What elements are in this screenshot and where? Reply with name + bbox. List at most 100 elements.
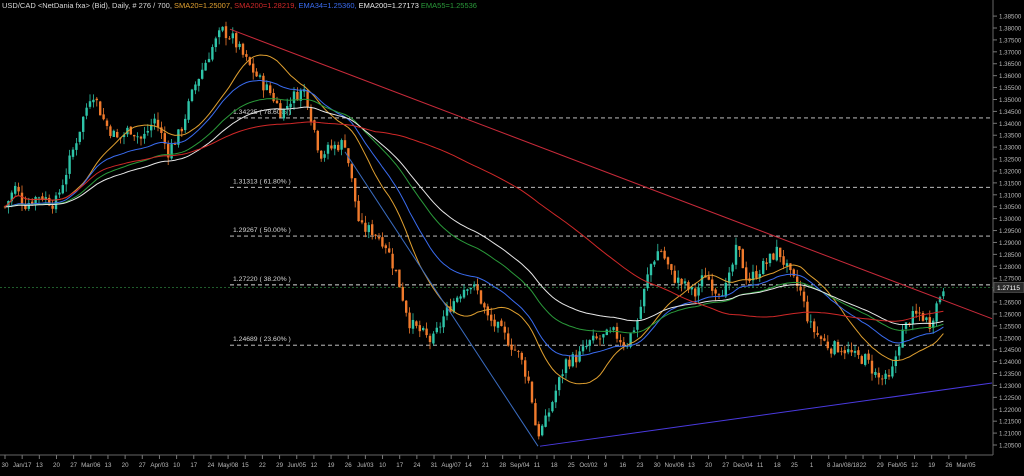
y-tick-label: 1.34000: [999, 121, 1022, 128]
x-tick-label: 20: [705, 462, 712, 469]
x-tick-label: 25: [791, 462, 798, 469]
y-tick-label: 1.37000: [999, 49, 1022, 56]
candle: [248, 56, 251, 66]
y-tick-label: 1.25000: [999, 335, 1022, 342]
ema200-legend: EMA200=1.27173: [358, 1, 419, 10]
y-tick-label: 1.34500: [999, 109, 1022, 116]
x-tick-label: 23: [637, 462, 644, 469]
x-tick-label: 17: [396, 462, 403, 469]
y-tick-label: 1.20500: [999, 443, 1022, 450]
candle: [741, 248, 744, 269]
x-tick-label: 9: [604, 462, 608, 469]
x-tick-label: Mar/05: [956, 462, 976, 469]
x-tick-label: 18: [774, 462, 781, 469]
candle: [833, 340, 836, 356]
x-tick-label: 16: [619, 462, 626, 469]
candle: [605, 328, 608, 336]
x-tick-label: 22: [860, 462, 867, 469]
x-tick-label: Mar/06: [81, 462, 101, 469]
y-tick-label: 1.33500: [999, 133, 1022, 140]
candle: [190, 88, 194, 103]
x-tick-label: Jul/03: [357, 462, 374, 469]
candle: [99, 100, 102, 116]
x-tick-label: 26: [345, 462, 352, 469]
candle: [398, 269, 401, 288]
y-tick-label: 1.30500: [999, 204, 1022, 211]
fib-level-label: 1.34225 ( 78.60% ): [233, 109, 291, 116]
x-tick-label: Jun/05: [287, 462, 306, 469]
sma20-legend: SMA20=1.25007,: [173, 1, 233, 10]
y-tick-label: 1.31000: [999, 192, 1022, 199]
y-tick-label: 1.26500: [999, 300, 1022, 307]
y-tick-label: 1.36500: [999, 61, 1022, 68]
x-tick-label: Oct/02: [579, 462, 598, 469]
y-tick-label: 1.21500: [999, 419, 1022, 426]
fib-level-label: 1.27220 ( 38.20% ): [233, 276, 291, 283]
x-tick-label: 12: [911, 462, 918, 469]
x-tick-label: 13: [688, 462, 695, 469]
x-tick-label: 13: [105, 462, 112, 469]
x-tick-label: 15: [242, 462, 249, 469]
x-tick-label: May/08: [218, 462, 239, 469]
x-tick-label: Dec/04: [733, 462, 753, 469]
x-tick-label: 1: [810, 462, 814, 469]
y-tick-label: 1.21000: [999, 431, 1022, 438]
x-tick-label: 25: [568, 462, 575, 469]
candle: [864, 353, 867, 367]
y-tick-label: 1.22000: [999, 407, 1022, 414]
y-tick-label: 1.35000: [999, 97, 1022, 104]
x-tick-label: 11: [534, 462, 541, 469]
x-tick-label: 31: [431, 462, 438, 469]
candle: [479, 289, 483, 305]
candle: [551, 400, 554, 413]
y-tick-label: 1.24500: [999, 347, 1022, 354]
ema55-legend: EMA55=1.25536: [420, 1, 477, 10]
x-tick-label: 8: [827, 462, 831, 469]
candle: [530, 380, 534, 404]
y-tick-label: 1.32500: [999, 157, 1022, 164]
x-tick-label: 12: [310, 462, 317, 469]
x-tick-label: Jan/08/18: [832, 462, 860, 469]
chart-header: USD/CAD <NetDania fxa> (Bid), Daily, # 2…: [2, 1, 479, 13]
fib-level-label: 1.29267 ( 50.00% ): [233, 227, 291, 234]
x-tick-label: 30: [654, 462, 661, 469]
sma200-legend: SMA200=1.28219,: [234, 1, 297, 10]
candle: [860, 354, 863, 365]
ema34-legend: EMA34=1.25360,: [298, 1, 357, 10]
y-tick-label: 1.27500: [999, 276, 1022, 283]
x-tick-label: 19: [328, 462, 335, 469]
candle: [129, 126, 132, 135]
y-tick-label: 1.29500: [999, 228, 1022, 235]
x-tick-label: 17: [190, 462, 197, 469]
x-tick-label: 21: [482, 462, 489, 469]
y-tick-label: 1.38500: [999, 14, 1022, 21]
y-tick-label: 1.33000: [999, 145, 1022, 152]
candle: [629, 333, 632, 349]
x-tick-label: 30: [2, 462, 9, 469]
y-tick-label: 1.38000: [999, 26, 1022, 33]
x-tick-label: 20: [122, 462, 129, 469]
fib-level-label: 1.24689 ( 23.60% ): [233, 336, 291, 343]
x-tick-label: 27: [139, 462, 146, 469]
fib-level-label: 1.31313 ( 61.80% ): [233, 178, 291, 185]
x-tick-label: 24: [207, 462, 214, 469]
x-tick-label: 20: [53, 462, 60, 469]
x-tick-label: Nov/06: [664, 462, 684, 469]
y-tick-label: 1.28500: [999, 252, 1022, 259]
candle: [541, 424, 544, 437]
candle: [187, 98, 190, 123]
y-tick-label: 1.28000: [999, 264, 1022, 271]
y-tick-label: 1.36000: [999, 73, 1022, 80]
x-tick-label: 14: [465, 462, 472, 469]
x-tick-label: 13: [36, 462, 43, 469]
y-tick-label: 1.35500: [999, 85, 1022, 92]
symbol-label: USD/CAD <NetDania fxa> (Bid), Daily, # 2…: [2, 1, 172, 10]
y-tick-label: 1.37500: [999, 37, 1022, 44]
price-chart[interactable]: 1.34225 ( 78.60% ) 1.31313 ( 61.80% ) 1.29…: [0, 0, 1024, 476]
x-tick-label: 28: [499, 462, 506, 469]
y-tick-label: 1.23000: [999, 383, 1022, 390]
x-tick-label: 10: [173, 462, 180, 469]
x-tick-label: 27: [70, 462, 77, 469]
x-tick-label: 11: [757, 462, 764, 469]
y-tick-label: 1.26000: [999, 311, 1022, 318]
